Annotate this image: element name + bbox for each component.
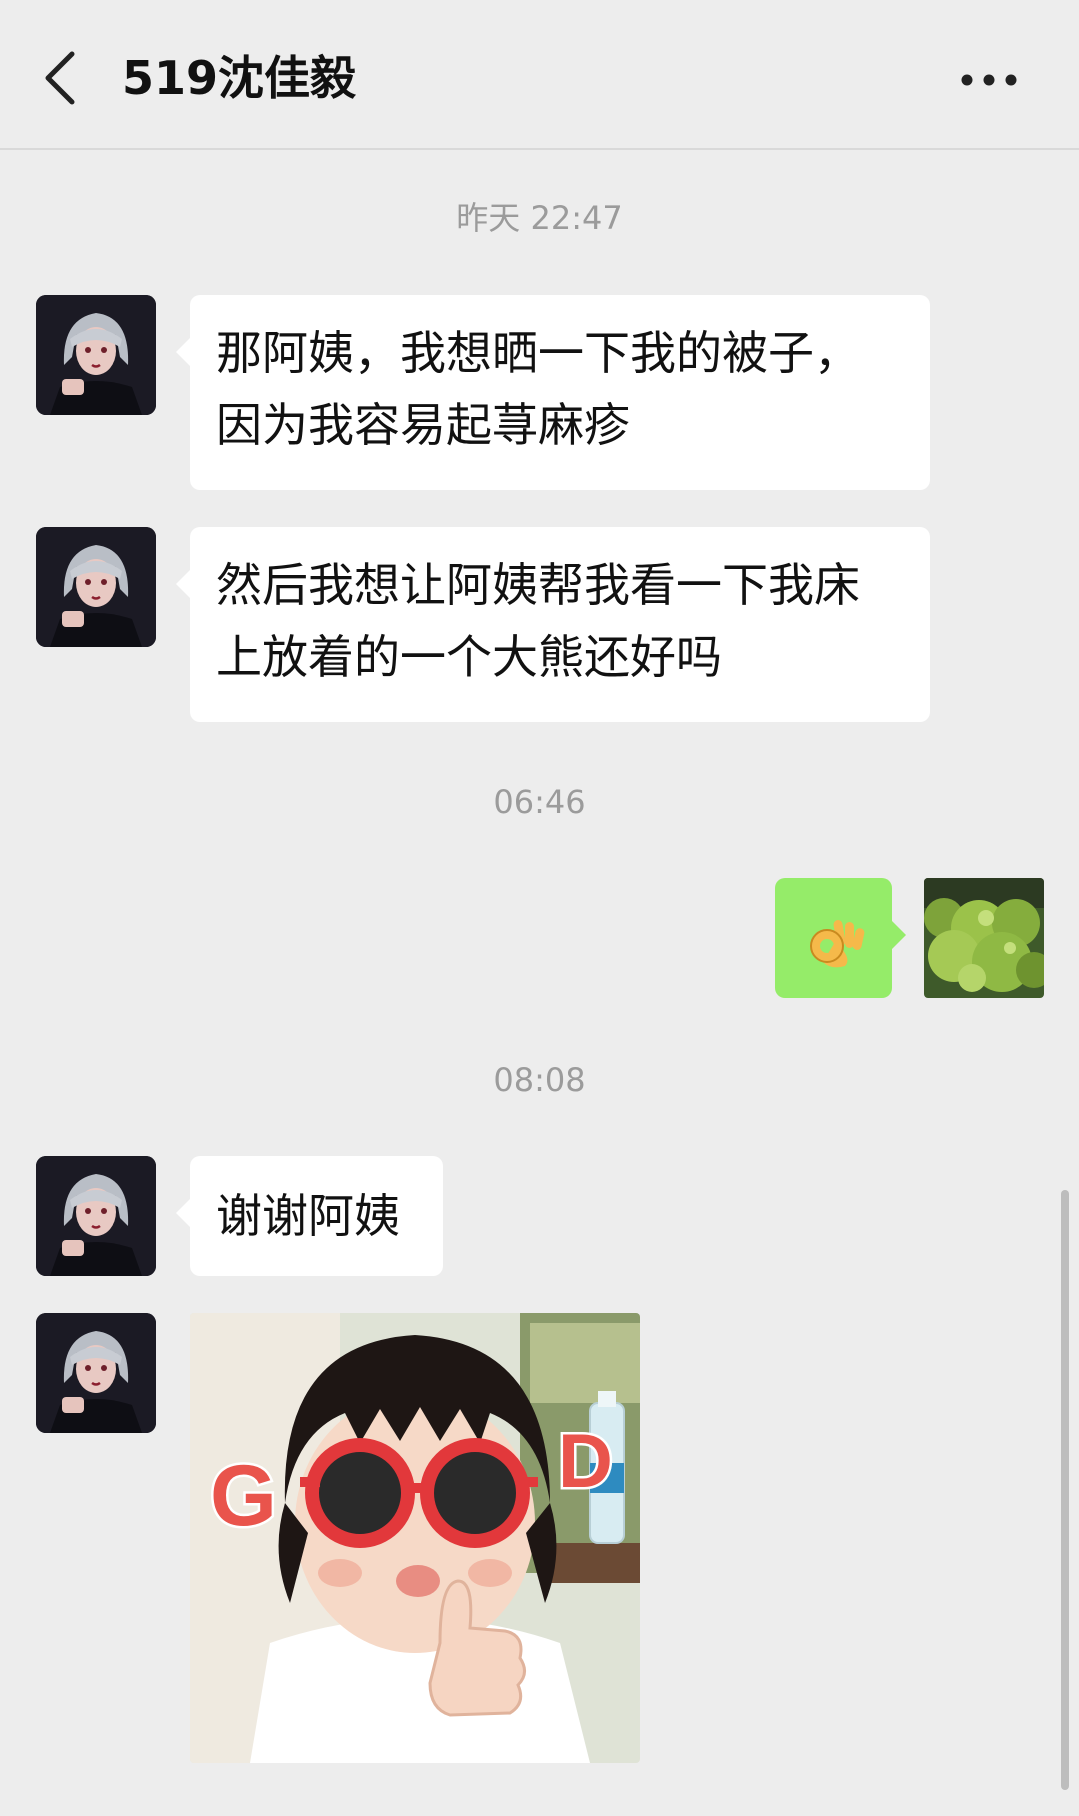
contact-avatar[interactable] [36, 1313, 156, 1433]
contact-avatar[interactable] [36, 295, 156, 415]
timestamp: 08:08 [493, 1061, 586, 1099]
scrollbar[interactable] [1061, 1190, 1069, 1790]
timestamp: 06:46 [493, 783, 586, 821]
avatar-image [36, 1156, 156, 1276]
sticker-letter-d: D [558, 1419, 613, 1504]
chat-title: 519沈佳毅 [122, 51, 357, 105]
sticker-message[interactable]: G D [190, 1313, 640, 1763]
avatar-image [36, 295, 156, 415]
outgoing-message-bubble[interactable] [775, 878, 906, 998]
avatar-image [36, 527, 156, 647]
chat-header: 519沈佳毅 [0, 0, 1079, 150]
my-avatar[interactable] [924, 878, 1044, 998]
ok-hand-icon [810, 920, 865, 968]
contact-avatar[interactable] [36, 1156, 156, 1276]
avatar-image [36, 1313, 156, 1433]
timestamp: 昨天 22:47 [456, 199, 623, 237]
message-bubble[interactable]: 然后我想让阿姨帮我看一下我床上放着的一个大熊还好吗 [176, 527, 930, 722]
message-bubble[interactable]: 那阿姨，我想晒一下我的被子，因为我容易起荨麻疹 [176, 295, 930, 490]
chat-screen: 519沈佳毅 昨天 22:47 那阿姨，我想晒一下我的被子，因为我容易起荨麻疹 [0, 0, 1079, 1816]
plant-image [924, 878, 1044, 998]
sticker-image: G D [190, 1313, 640, 1763]
more-dots-icon [961, 74, 1017, 86]
message-bubble[interactable]: 谢谢阿姨 [176, 1156, 443, 1276]
back-button[interactable] [30, 38, 90, 118]
chevron-left-icon [45, 51, 75, 105]
contact-avatar[interactable] [36, 527, 156, 647]
more-button[interactable] [949, 50, 1029, 110]
sticker-letter-g: G [210, 1448, 277, 1544]
